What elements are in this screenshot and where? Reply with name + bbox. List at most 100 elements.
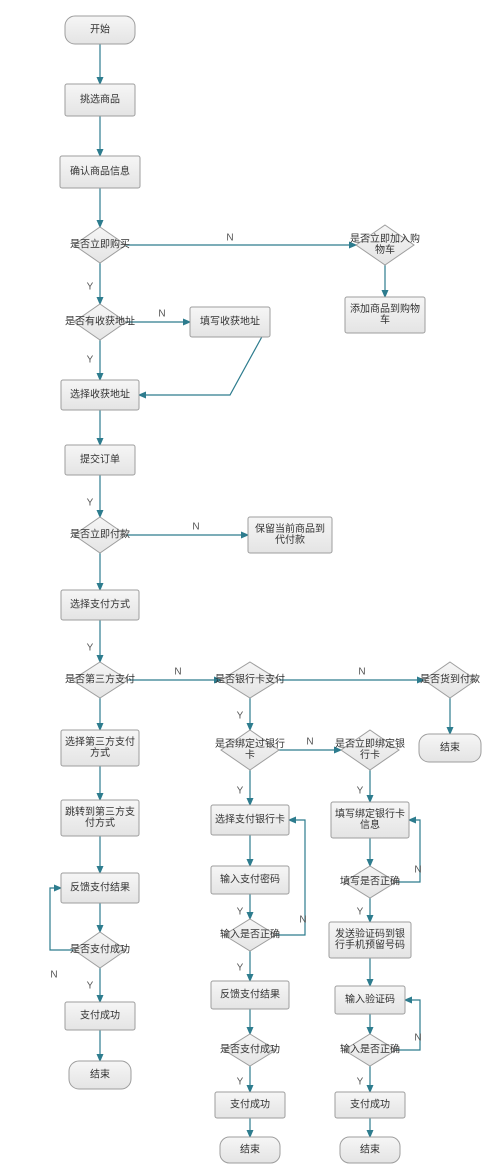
node-send_code: 发送验证码到银行手机预留号码 xyxy=(329,922,411,958)
node-sel_3rd: 选择第三方支付方式 xyxy=(61,730,139,766)
edge-label-fill_ok-send_code: Y xyxy=(357,907,364,918)
flowchart-canvas: YNYNYNYNYNYNYNYYYNYNYYN开始挑选商品确认商品信息是否立即购… xyxy=(0,0,500,1167)
svg-text:物车: 物车 xyxy=(375,243,395,256)
svg-text:卡: 卡 xyxy=(245,748,255,761)
edge-label-pay_ok_b-pay_succ_b: Y xyxy=(237,1077,244,1088)
node-pay_ok3: 是否支付成功 xyxy=(70,932,130,968)
node-label-pwd_ok: 输入是否正确 xyxy=(220,928,280,941)
edge-label-has_addr-fill_addr: N xyxy=(158,309,165,320)
node-label-pick_goods: 挑选商品 xyxy=(80,93,120,106)
node-end3: 结束 xyxy=(69,1061,131,1089)
node-label-has_addr: 是否有收获地址 xyxy=(65,315,135,328)
node-input_pwd: 输入支付密码 xyxy=(211,866,289,894)
node-label-end_b: 结束 xyxy=(240,1143,260,1156)
edge-label-bound_card-bind_now: N xyxy=(306,737,313,748)
edge-label-code_ok-pay_succ_c: Y xyxy=(357,1077,364,1088)
node-label-keep_goods: 保留当前商品到 xyxy=(255,522,325,535)
node-code_ok: 输入是否正确 xyxy=(340,1034,400,1066)
node-label-fill_addr: 填写收获地址 xyxy=(200,315,260,328)
node-end_b: 结束 xyxy=(220,1137,280,1163)
edge-label-is_third-is_bank: N xyxy=(174,667,181,678)
edge-label-pay_now-keep_goods: N xyxy=(192,522,199,533)
svg-text:行卡: 行卡 xyxy=(360,748,380,761)
node-label-jump_3rd: 跳转到第三方支 xyxy=(65,805,135,818)
node-pay_succ3: 支付成功 xyxy=(65,1002,135,1030)
node-label-sel_card: 选择支付银行卡 xyxy=(215,813,285,826)
node-pay_succ_b: 支付成功 xyxy=(215,1092,285,1118)
edge-label-pwd_ok-feedback_b: Y xyxy=(237,963,244,974)
node-label-is_third: 是否第三方支付 xyxy=(65,673,135,686)
edge-label-sel_pay-is_third: Y xyxy=(87,643,94,654)
node-label-add_cart_p: 添加商品到购物 xyxy=(350,302,420,315)
node-label-pay_succ_c: 支付成功 xyxy=(350,1098,390,1111)
edge-label-is_bank-is_cod: N xyxy=(358,667,365,678)
svg-text:代付款: 代付款 xyxy=(275,533,305,546)
node-start: 开始 xyxy=(65,16,135,44)
node-label-pay_succ3: 支付成功 xyxy=(80,1009,120,1022)
node-feedback3: 反馈支付结果 xyxy=(61,873,139,903)
node-fill_ok: 填写是否正确 xyxy=(340,866,400,898)
node-label-feedback_b: 反馈支付结果 xyxy=(220,988,280,1001)
node-is_cod: 是否货到付款 xyxy=(420,662,480,698)
node-pay_now: 是否立即付款 xyxy=(70,517,130,553)
node-label-pay_ok3: 是否支付成功 xyxy=(70,943,130,956)
node-add_cart_q: 是否立即加入购物车 xyxy=(350,225,420,265)
node-label-bound_card: 是否绑定过银行 xyxy=(215,737,285,750)
node-label-pay_succ_b: 支付成功 xyxy=(230,1098,270,1111)
node-bind_now: 是否立即绑定银行卡 xyxy=(335,730,405,770)
node-pick_goods: 挑选商品 xyxy=(65,84,135,116)
node-label-confirm_goods: 确认商品信息 xyxy=(70,165,130,178)
node-sel_pay: 选择支付方式 xyxy=(61,590,139,620)
node-submit_order: 提交订单 xyxy=(65,445,135,475)
edge-label-input_pwd-pwd_ok: Y xyxy=(237,907,244,918)
node-fill_addr: 填写收获地址 xyxy=(190,307,270,337)
node-label-sel_3rd: 选择第三方支付 xyxy=(65,735,135,748)
node-label-buy_now: 是否立即购买 xyxy=(70,238,130,251)
edge-label-code_ok-input_code: N xyxy=(414,1033,421,1044)
node-buy_now: 是否立即购买 xyxy=(70,227,130,263)
node-bound_card: 是否绑定过银行卡 xyxy=(215,730,285,770)
svg-text:车: 车 xyxy=(380,313,390,326)
edge-label-buy_now-add_cart_q: N xyxy=(226,233,233,244)
node-label-send_code: 发送验证码到银 xyxy=(335,927,405,940)
edge-label-bind_now-fill_bind: Y xyxy=(357,786,364,797)
node-label-fill_ok: 填写是否正确 xyxy=(340,875,400,888)
node-label-add_cart_q: 是否立即加入购 xyxy=(350,232,420,245)
node-is_third: 是否第三方支付 xyxy=(65,662,135,698)
edge-label-buy_now-has_addr: Y xyxy=(87,282,94,293)
node-label-submit_order: 提交订单 xyxy=(80,453,120,466)
node-is_bank: 是否银行卡支付 xyxy=(215,662,285,698)
svg-text:信息: 信息 xyxy=(360,818,380,831)
node-confirm_goods: 确认商品信息 xyxy=(60,156,140,188)
node-sel_addr: 选择收获地址 xyxy=(61,380,139,410)
node-input_code: 输入验证码 xyxy=(335,986,405,1014)
node-sel_card: 选择支付银行卡 xyxy=(211,805,289,835)
node-pay_succ_c: 支付成功 xyxy=(335,1092,405,1118)
node-end_c: 结束 xyxy=(340,1137,400,1163)
svg-text:付方式: 付方式 xyxy=(85,816,115,829)
node-pay_ok_b: 是否支付成功 xyxy=(220,1034,280,1066)
node-label-end3: 结束 xyxy=(90,1068,110,1081)
edge-label-pay_ok3-feedback3: N xyxy=(50,970,57,981)
node-label-pay_ok_b: 是否支付成功 xyxy=(220,1043,280,1056)
edge-label-bound_card-sel_card: Y xyxy=(237,786,244,797)
edge-label-has_addr-sel_addr: Y xyxy=(87,355,94,366)
node-label-input_pwd: 输入支付密码 xyxy=(220,873,280,886)
svg-text:行手机预留号码: 行手机预留号码 xyxy=(335,938,405,951)
node-label-is_cod: 是否货到付款 xyxy=(420,673,480,686)
svg-text:方式: 方式 xyxy=(90,746,110,759)
node-feedback_b: 反馈支付结果 xyxy=(211,981,289,1009)
node-label-pay_now: 是否立即付款 xyxy=(70,528,130,541)
edge-label-is_bank-bound_card: Y xyxy=(237,711,244,722)
node-label-sel_pay: 选择支付方式 xyxy=(70,598,130,611)
node-label-input_code: 输入验证码 xyxy=(345,993,395,1006)
node-keep_goods: 保留当前商品到代付款 xyxy=(248,517,332,553)
edge-label-pwd_ok-sel_card: N xyxy=(299,915,306,926)
node-has_addr: 是否有收获地址 xyxy=(65,304,135,340)
node-label-end_c: 结束 xyxy=(360,1143,380,1156)
node-label-is_bank: 是否银行卡支付 xyxy=(215,673,285,686)
node-end_cod: 结束 xyxy=(419,734,481,762)
edge-label-submit_order-pay_now: Y xyxy=(87,498,94,509)
node-fill_bind: 填写绑定银行卡信息 xyxy=(331,802,409,838)
edge-label-pay_ok3-pay_succ3: Y xyxy=(87,981,94,992)
